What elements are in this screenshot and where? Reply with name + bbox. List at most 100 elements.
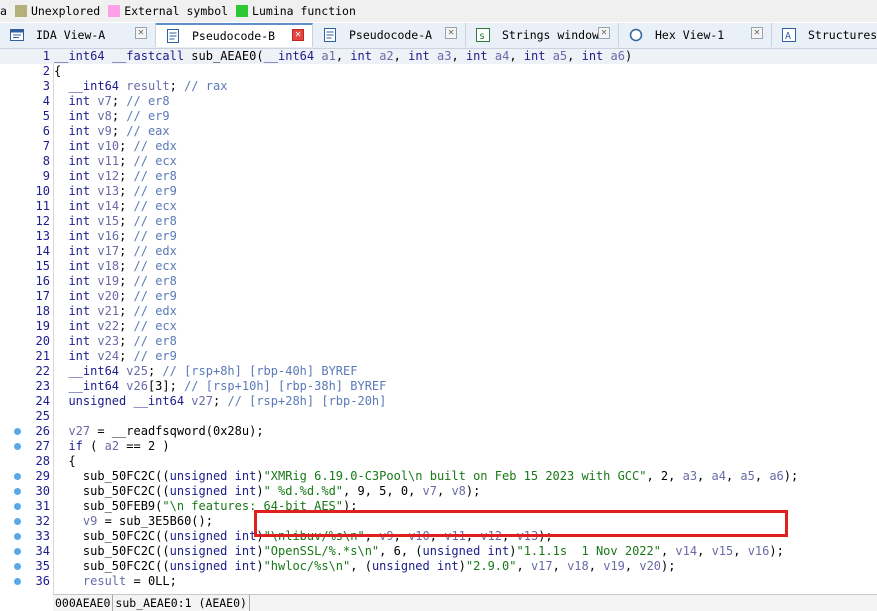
code-line[interactable]: 10 int v13; // er9 [0, 184, 877, 199]
code-text[interactable]: int v8; // er9 [54, 109, 169, 124]
close-tab-icon[interactable]: ✕ [135, 27, 147, 39]
code-line[interactable]: 24 unsigned __int64 v27; // [rsp+28h] [r… [0, 394, 877, 409]
code-line[interactable]: 19 int v22; // ecx [0, 319, 877, 334]
breakpoint-dot-icon[interactable] [14, 563, 21, 570]
code-line[interactable]: 9 int v12; // er8 [0, 169, 877, 184]
code-line[interactable]: 14 int v17; // edx [0, 244, 877, 259]
code-text[interactable]: int v20; // er9 [54, 289, 176, 304]
code-text[interactable]: v27 = __readfsqword(0x28u); [54, 424, 263, 439]
code-line[interactable]: 15 int v18; // ecx [0, 259, 877, 274]
breakpoint-dot-icon[interactable] [14, 443, 21, 450]
code-line[interactable]: 12 int v15; // er8 [0, 214, 877, 229]
code-text[interactable]: sub_50FC2C((unsigned int)"OpenSSL/%.*s\n… [54, 544, 784, 559]
tab-hex-view-1[interactable]: Hex View-1 ✕ [619, 23, 772, 47]
code-text[interactable]: int v14; // ecx [54, 199, 176, 214]
code-line[interactable]: 28 { [0, 454, 877, 469]
code-text[interactable]: int v18; // ecx [54, 259, 176, 274]
code-line[interactable]: 3 __int64 result; // rax [0, 79, 877, 94]
code-line[interactable]: 18 int v21; // edx [0, 304, 877, 319]
code-text[interactable]: int v22; // ecx [54, 319, 176, 334]
close-tab-icon[interactable]: ✕ [598, 27, 610, 39]
code-text[interactable]: int v17; // edx [54, 244, 176, 259]
breakpoint-dot-icon[interactable] [14, 533, 21, 540]
code-line[interactable]: 33 sub_50FC2C((unsigned int)"\nlibuv/%s\… [0, 529, 877, 544]
code-line[interactable]: 21 int v24; // er9 [0, 349, 877, 364]
code-text[interactable]: __int64 v26[3]; // [rsp+10h] [rbp-38h] B… [54, 379, 386, 394]
breakpoint-dot-icon[interactable] [14, 518, 21, 525]
code-line[interactable]: 8 int v11; // ecx [0, 154, 877, 169]
hex-view-icon [629, 28, 643, 42]
code-text[interactable]: sub_50FC2C((unsigned int)"XMRig 6.19.0-C… [54, 469, 798, 484]
code-text[interactable]: int v10; // edx [54, 139, 176, 154]
breakpoint-dot-icon[interactable] [14, 578, 21, 585]
code-text[interactable]: unsigned __int64 v27; // [rsp+28h] [rbp-… [54, 394, 386, 409]
code-line[interactable]: 2{ [0, 64, 877, 79]
code-line[interactable]: 6 int v9; // eax [0, 124, 877, 139]
code-text[interactable]: __int64 v25; // [rsp+8h] [rbp-40h] BYREF [54, 364, 357, 379]
code-line[interactable]: 27 if ( a2 == 2 ) [0, 439, 877, 454]
code-text[interactable]: int v16; // er9 [54, 229, 176, 244]
code-line[interactable]: 7 int v10; // edx [0, 139, 877, 154]
code-text[interactable]: { [54, 64, 61, 79]
code-line[interactable]: 23 __int64 v26[3]; // [rsp+10h] [rbp-38h… [0, 379, 877, 394]
code-line[interactable]: 31 sub_50FEB9("\n features: 64-bit AES")… [0, 499, 877, 514]
code-text[interactable]: int v7; // er8 [54, 94, 169, 109]
code-text[interactable]: sub_50FC2C((unsigned int)"hwloc/%s\n", (… [54, 559, 676, 574]
code-line[interactable]: 5 int v8; // er9 [0, 109, 877, 124]
breakpoint-dot-icon[interactable] [14, 488, 21, 495]
code-line[interactable]: 20 int v23; // er8 [0, 334, 877, 349]
code-line[interactable]: 22 __int64 v25; // [rsp+8h] [rbp-40h] BY… [0, 364, 877, 379]
code-line[interactable]: 17 int v20; // er9 [0, 289, 877, 304]
line-number: 28 [35, 454, 50, 468]
tab-ida-view-a[interactable]: IDA View-A ✕ [0, 23, 156, 47]
code-text[interactable]: __int64 result; // rax [54, 79, 227, 94]
tab-pseudocode-b[interactable]: Pseudocode-B ✕ [156, 23, 313, 47]
status-location: sub_AEAE0:1 (AEAE0) [113, 595, 250, 611]
breakpoint-dot-icon[interactable] [14, 428, 21, 435]
code-line[interactable]: 11 int v14; // ecx [0, 199, 877, 214]
code-text[interactable]: int v12; // er8 [54, 169, 176, 184]
close-tab-icon[interactable]: ✕ [445, 27, 457, 39]
line-number: 3 [42, 79, 50, 93]
code-text[interactable]: result = 0LL; [54, 574, 177, 589]
code-text[interactable]: int v23; // er8 [54, 334, 176, 349]
code-text[interactable]: { [54, 454, 75, 469]
code-text[interactable]: if ( a2 == 2 ) [54, 439, 169, 454]
code-line[interactable]: 34 sub_50FC2C((unsigned int)"OpenSSL/%.*… [0, 544, 877, 559]
code-text[interactable]: int v13; // er9 [54, 184, 176, 199]
code-text[interactable]: int v15; // er8 [54, 214, 176, 229]
code-line[interactable]: 1 __int64 __fastcall sub_AEAE0(__int64 a1… [0, 49, 877, 64]
code-line[interactable]: 4 int v7; // er8 [0, 94, 877, 109]
code-line[interactable]: 13 int v16; // er9 [0, 229, 877, 244]
code-text[interactable]: sub_50FEB9("\n features: 64-bit AES"); [54, 499, 358, 514]
pseudocode-editor[interactable]: 1 __int64 __fastcall sub_AEAE0(__int64 a1… [0, 49, 877, 594]
code-text[interactable]: __int64 __fastcall sub_AEAE0(__int64 a1,… [54, 49, 632, 64]
tab-pseudocode-a[interactable]: Pseudocode-A ✕ [313, 23, 466, 47]
line-number: 29 [35, 469, 50, 483]
breakpoint-dot-icon[interactable] [14, 473, 21, 480]
close-tab-icon[interactable]: ✕ [292, 29, 304, 41]
code-line[interactable]: 25 [0, 409, 877, 424]
code-text[interactable]: int v19; // er8 [54, 274, 176, 289]
code-line[interactable]: 26 v27 = __readfsqword(0x28u); [0, 424, 877, 439]
code-text[interactable]: v9 = sub_3E5B60(); [54, 514, 213, 529]
code-line[interactable]: 30 sub_50FC2C((unsigned int)" %d.%d.%d",… [0, 484, 877, 499]
code-text[interactable]: sub_50FC2C((unsigned int)"\nlibuv/%s\n",… [54, 529, 553, 544]
code-line[interactable]: 35 sub_50FC2C((unsigned int)"hwloc/%s\n"… [0, 559, 877, 574]
breakpoint-dot-icon[interactable] [14, 503, 21, 510]
code-text[interactable]: sub_50FC2C((unsigned int)" %d.%d.%d", 9,… [54, 484, 480, 499]
tab-structures[interactable]: A Structures [772, 23, 877, 47]
pseudocode-icon [166, 29, 180, 43]
code-text[interactable]: int v21; // edx [54, 304, 176, 319]
code-line[interactable]: 16 int v19; // er8 [0, 274, 877, 289]
close-tab-icon[interactable]: ✕ [751, 27, 763, 39]
code-text[interactable]: int v11; // ecx [54, 154, 176, 169]
code-line[interactable]: 29 sub_50FC2C((unsigned int)"XMRig 6.19.… [0, 469, 877, 484]
code-line[interactable]: 32 v9 = sub_3E5B60(); [0, 514, 877, 529]
code-text[interactable]: int v9; // eax [54, 124, 169, 139]
breakpoint-dot-icon[interactable] [14, 548, 21, 555]
code-line[interactable]: 36 result = 0LL; [0, 574, 877, 589]
code-text[interactable]: int v24; // er9 [54, 349, 176, 364]
line-number: 8 [42, 154, 50, 168]
tab-strings-window[interactable]: s Strings window ✕ [466, 23, 619, 47]
